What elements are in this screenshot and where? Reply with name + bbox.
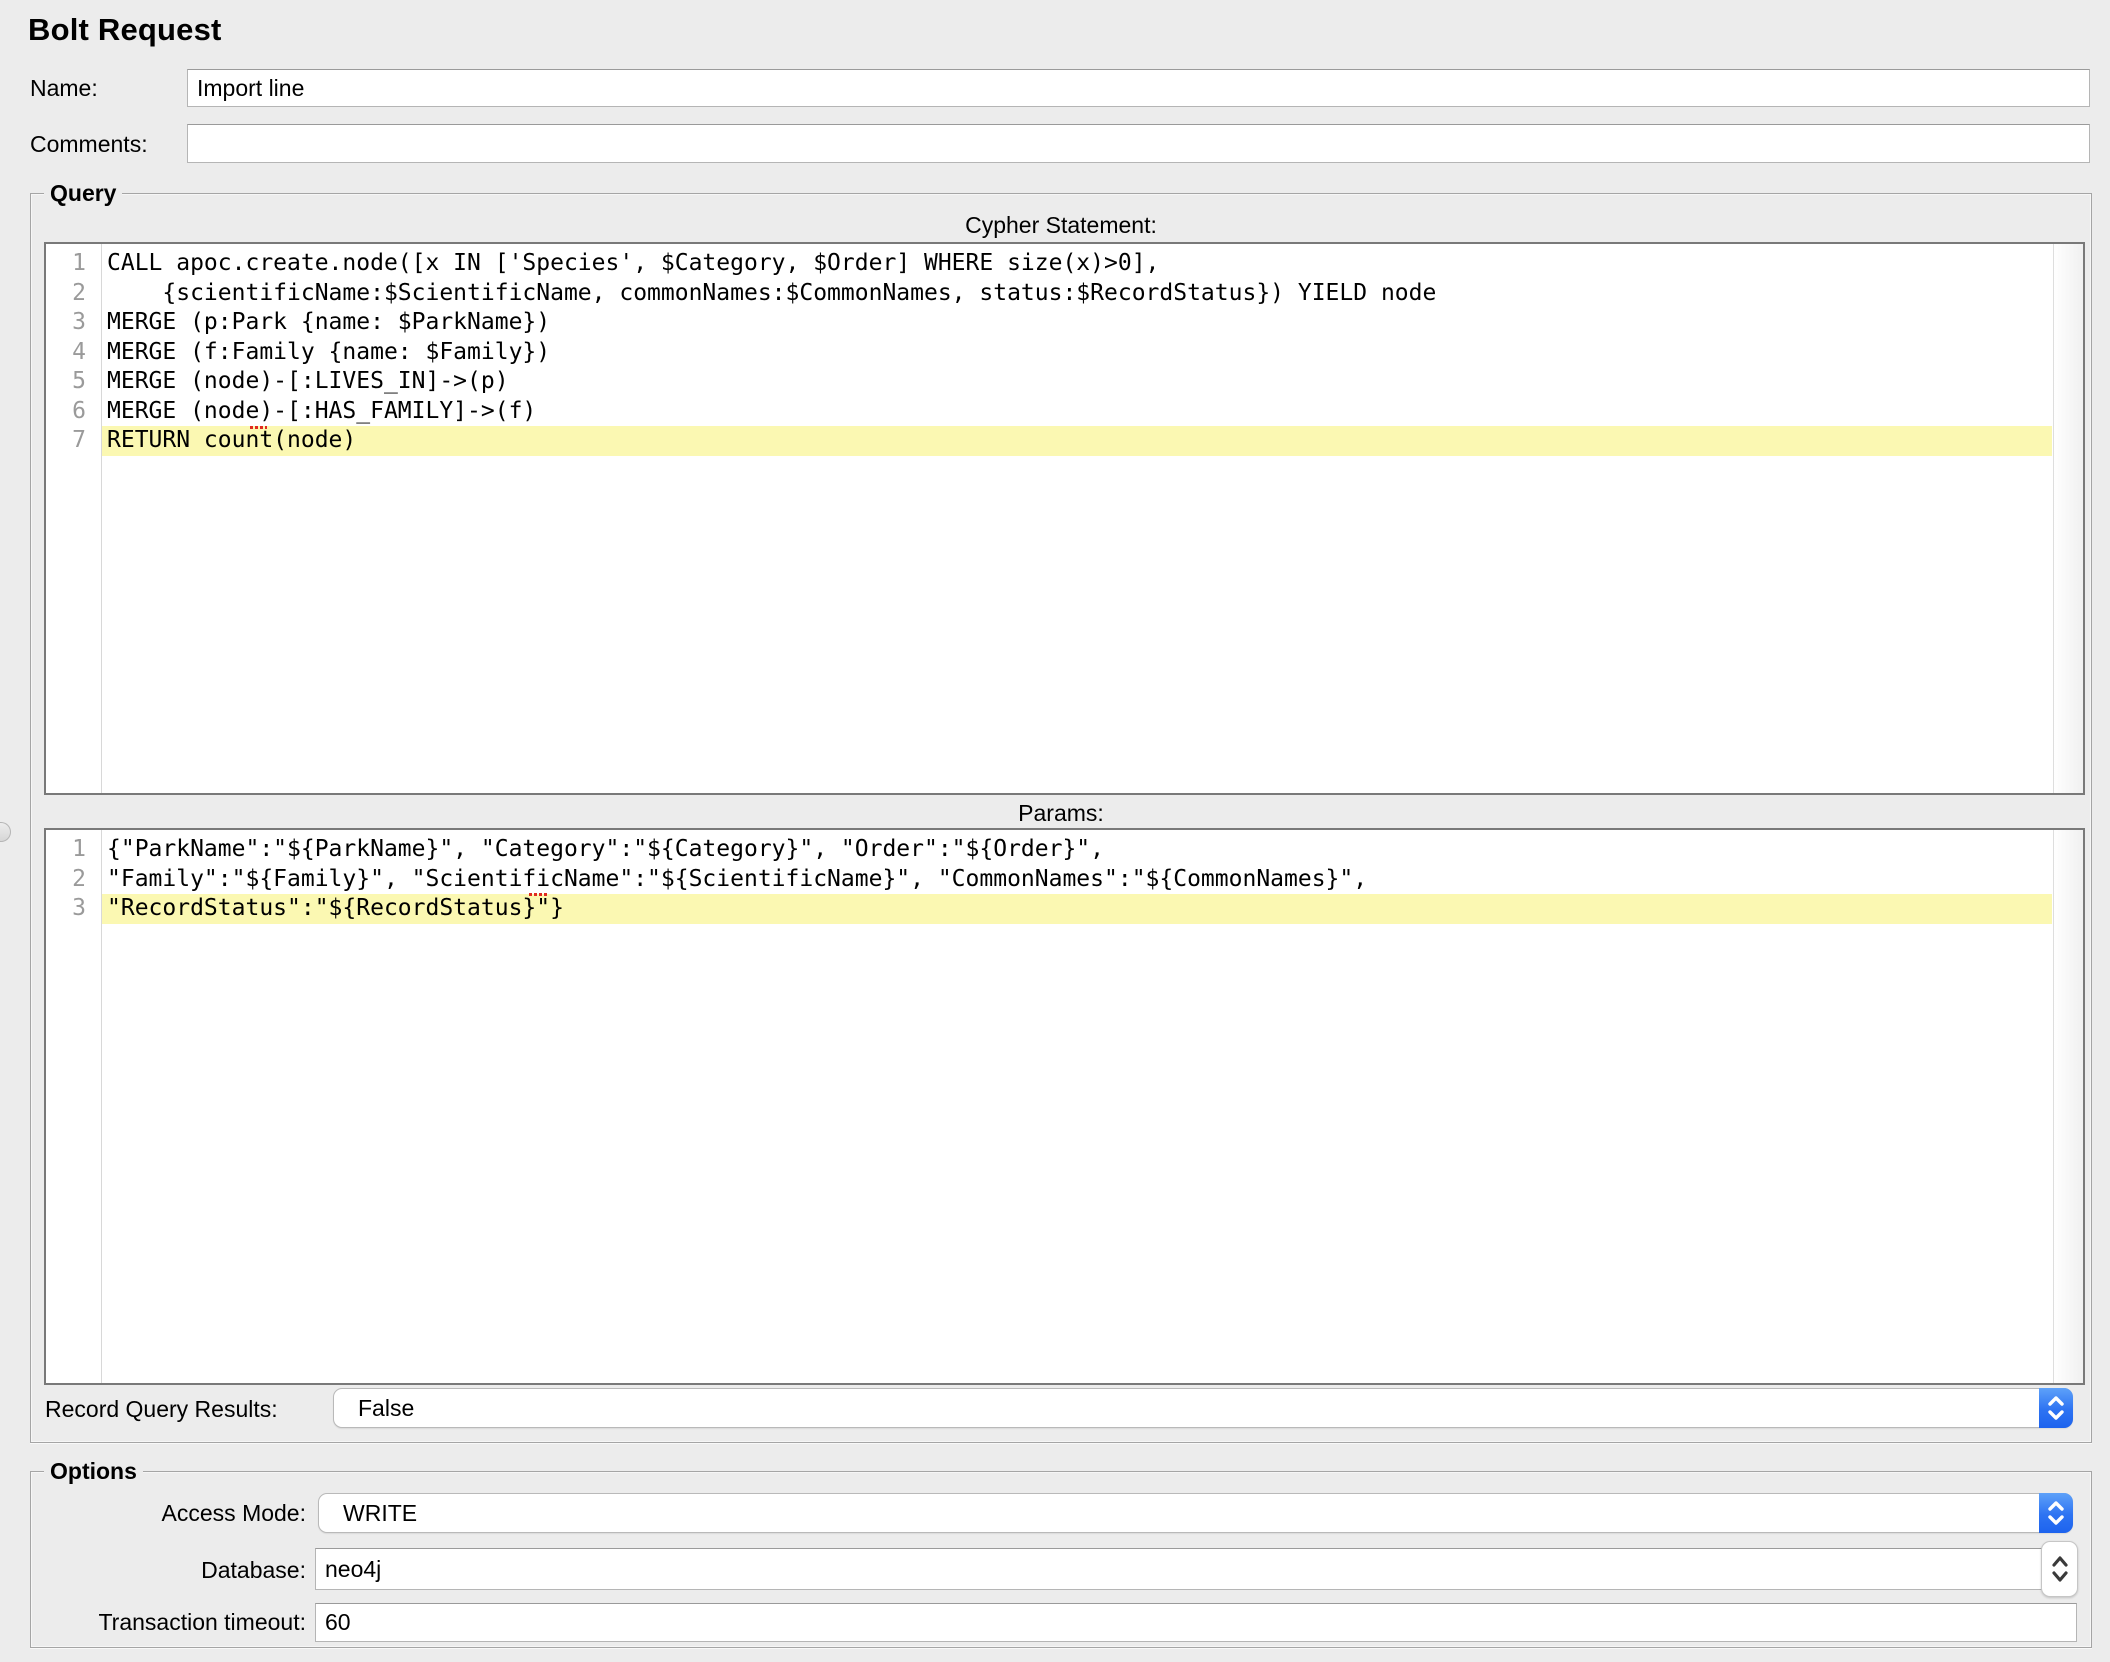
spellcheck-squiggle xyxy=(529,893,547,896)
transaction-timeout-input[interactable]: 60 xyxy=(315,1603,2077,1642)
database-input-value: neo4j xyxy=(325,1556,381,1583)
record-query-results-value: False xyxy=(334,1395,414,1422)
transaction-timeout-label: Transaction timeout: xyxy=(0,1608,306,1636)
params-editor[interactable]: 1{"ParkName":"${ParkName}", "Category":"… xyxy=(44,828,2085,1385)
database-label: Database: xyxy=(0,1556,306,1584)
options-group-title: Options xyxy=(44,1457,143,1485)
code-text: CALL apoc.create.node([x IN ['Species', … xyxy=(102,249,2052,279)
code-text: MERGE (node)-[:LIVES_IN]->(p) xyxy=(102,367,2052,397)
record-query-results-select[interactable]: False xyxy=(333,1388,2073,1428)
spellcheck-squiggle xyxy=(250,426,267,429)
transaction-timeout-value: 60 xyxy=(325,1609,351,1636)
code-line: 1CALL apoc.create.node([x IN ['Species',… xyxy=(46,249,2052,279)
line-number: 4 xyxy=(46,338,102,368)
params-label: Params: xyxy=(30,798,2092,828)
code-text: {scientificName:$ScientificName, commonN… xyxy=(102,279,2052,309)
window-edge-artifact xyxy=(0,822,11,842)
access-mode-select[interactable]: WRITE xyxy=(318,1493,2073,1533)
line-number: 1 xyxy=(46,835,102,865)
code-line: 1{"ParkName":"${ParkName}", "Category":"… xyxy=(46,835,2052,865)
code-text: MERGE (node)-[:HAS_FAMILY]->(f) xyxy=(102,397,2052,427)
code-text: RETURN count(node) xyxy=(102,426,2052,456)
record-query-results-label: Record Query Results: xyxy=(45,1395,278,1423)
name-label: Name: xyxy=(30,74,98,102)
database-stepper-button[interactable] xyxy=(2041,1541,2078,1597)
query-group-title: Query xyxy=(44,179,122,207)
code-line: 2"Family":"${Family}", "ScientificName":… xyxy=(46,865,2052,895)
params-vertical-scrollbar[interactable] xyxy=(2053,830,2083,1383)
access-mode-value: WRITE xyxy=(319,1500,417,1527)
code-text: MERGE (p:Park {name: $ParkName}) xyxy=(102,308,2052,338)
chevron-up-down-icon xyxy=(2039,1388,2073,1428)
code-line: 3MERGE (p:Park {name: $ParkName}) xyxy=(46,308,2052,338)
code-text: "RecordStatus":"${RecordStatus}"} xyxy=(102,894,2052,924)
comments-input[interactable] xyxy=(187,124,2090,163)
line-number: 2 xyxy=(46,865,102,895)
database-input[interactable]: neo4j xyxy=(315,1548,2049,1590)
line-number: 3 xyxy=(46,308,102,338)
code-text: "Family":"${Family}", "ScientificName":"… xyxy=(102,865,2052,895)
comments-label: Comments: xyxy=(30,130,148,158)
line-number: 7 xyxy=(46,426,102,456)
line-number: 1 xyxy=(46,249,102,279)
code-line: 3"RecordStatus":"${RecordStatus}"} xyxy=(46,894,2052,924)
cypher-statement-label: Cypher Statement: xyxy=(30,210,2092,240)
code-line: 4MERGE (f:Family {name: $Family}) xyxy=(46,338,2052,368)
cypher-statement-editor[interactable]: 1CALL apoc.create.node([x IN ['Species',… xyxy=(44,242,2085,795)
code-line: 2 {scientificName:$ScientificName, commo… xyxy=(46,279,2052,309)
chevron-up-down-icon xyxy=(2039,1493,2073,1533)
page-title: Bolt Request xyxy=(28,12,222,48)
name-input-value: Import line xyxy=(197,75,304,102)
line-number: 3 xyxy=(46,894,102,924)
code-line: 7RETURN count(node) xyxy=(46,426,2052,456)
code-text: {"ParkName":"${ParkName}", "Category":"$… xyxy=(102,835,2052,865)
line-number: 5 xyxy=(46,367,102,397)
cypher-vertical-scrollbar[interactable] xyxy=(2053,244,2083,793)
bolt-request-panel: Bolt Request Name: Import line Comments:… xyxy=(0,0,2110,1662)
code-line: 6MERGE (node)-[:HAS_FAMILY]->(f) xyxy=(46,397,2052,427)
line-number: 6 xyxy=(46,397,102,427)
name-input[interactable]: Import line xyxy=(187,69,2090,107)
line-number: 2 xyxy=(46,279,102,309)
access-mode-label: Access Mode: xyxy=(0,1499,306,1527)
chevron-up-down-icon xyxy=(2049,1554,2071,1584)
code-text: MERGE (f:Family {name: $Family}) xyxy=(102,338,2052,368)
code-line: 5MERGE (node)-[:LIVES_IN]->(p) xyxy=(46,367,2052,397)
